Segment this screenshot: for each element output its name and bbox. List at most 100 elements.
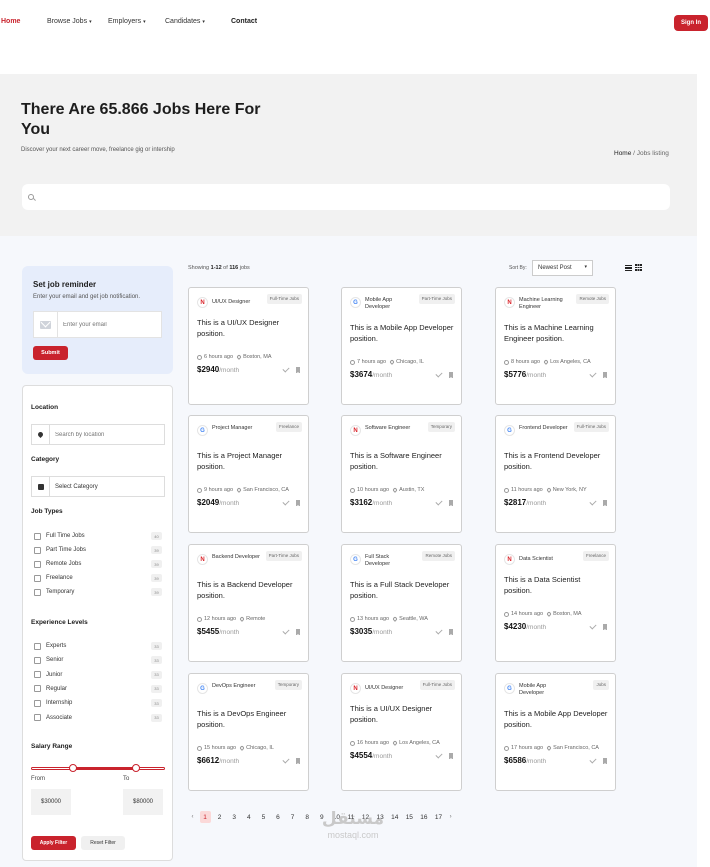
- pagination-page[interactable]: 15: [402, 811, 416, 823]
- pagination-page[interactable]: 2: [213, 811, 227, 823]
- job-card[interactable]: N Data Scientist Freelance This is a Data S…: [495, 544, 616, 662]
- reminder-email-input[interactable]: [58, 321, 161, 328]
- pagination-page[interactable]: 4: [242, 811, 256, 823]
- experience-level-option[interactable]: Regular 33: [34, 684, 162, 694]
- experience-level-checkbox[interactable]: [34, 671, 41, 679]
- job-card[interactable]: N Machine Learning Engineer Remote Jobs Thi…: [495, 287, 616, 405]
- bookmark-icon[interactable]: [603, 500, 607, 506]
- job-search-bar[interactable]: [22, 184, 670, 210]
- breadcrumb-home[interactable]: Home: [614, 150, 631, 157]
- experience-level-option[interactable]: Junior 33: [34, 670, 162, 680]
- job-card[interactable]: G DevOps Engineer Temporary This is a DevOp…: [188, 673, 309, 791]
- nav-candidates[interactable]: Candidates ▾: [165, 18, 205, 25]
- job-type-badge: Remote Jobs: [422, 551, 455, 561]
- experience-level-checkbox[interactable]: [34, 699, 41, 707]
- category-select[interactable]: Select Category: [31, 476, 165, 497]
- bookmark-icon[interactable]: [603, 758, 607, 764]
- job-search-input[interactable]: [39, 184, 670, 210]
- salary-to-input[interactable]: $80000: [123, 789, 163, 815]
- apply-check-icon[interactable]: [435, 751, 443, 759]
- job-type-option[interactable]: Full Time Jobs 40: [34, 531, 162, 541]
- pagination-next-icon[interactable]: ›: [446, 811, 455, 823]
- apply-check-icon[interactable]: [282, 498, 290, 506]
- bookmark-icon[interactable]: [449, 753, 453, 759]
- pagination-page[interactable]: 5: [256, 811, 270, 823]
- job-card[interactable]: N UI/UX Designer Full-Time Jobs This is a U…: [188, 287, 309, 405]
- experience-level-checkbox[interactable]: [34, 685, 41, 693]
- job-type-checkbox[interactable]: [34, 532, 41, 540]
- nav-employers[interactable]: Employers ▾: [108, 18, 146, 25]
- job-card[interactable]: G Full Stack Developer Remote Jobs This is …: [341, 544, 462, 662]
- job-type-option[interactable]: Part Time Jobs 39: [34, 545, 162, 555]
- apply-check-icon[interactable]: [435, 627, 443, 635]
- experience-level-option[interactable]: Associate 33: [34, 713, 162, 723]
- job-type-checkbox[interactable]: [34, 560, 41, 568]
- bookmark-icon[interactable]: [603, 372, 607, 378]
- job-type-option[interactable]: Remote Jobs 39: [34, 559, 162, 569]
- salary-range-slider[interactable]: [31, 763, 165, 773]
- job-card[interactable]: G Mobile App Developer Part-Time Jobs This …: [341, 287, 462, 405]
- pagination-page[interactable]: 16: [417, 811, 431, 823]
- job-card[interactable]: G Project Manager Freelance This is a Proje…: [188, 415, 309, 533]
- experience-level-checkbox[interactable]: [34, 642, 41, 650]
- bookmark-icon[interactable]: [449, 629, 453, 635]
- reminder-email-field[interactable]: [33, 311, 162, 338]
- bookmark-icon[interactable]: [296, 629, 300, 635]
- sign-in-button[interactable]: Sign In: [674, 15, 708, 31]
- nav-home[interactable]: Home: [1, 18, 20, 25]
- apply-check-icon[interactable]: [589, 370, 597, 378]
- nav-contact[interactable]: Contact: [231, 18, 257, 25]
- job-card[interactable]: N UI/UX Designer Full-Time Jobs This is a U…: [341, 673, 462, 791]
- job-salary-amount: $3162: [350, 498, 373, 507]
- job-type-checkbox[interactable]: [34, 574, 41, 582]
- apply-filter-button[interactable]: Apply Filter: [31, 836, 76, 850]
- apply-check-icon[interactable]: [282, 365, 290, 373]
- experience-level-checkbox[interactable]: [34, 714, 41, 721]
- experience-level-checkbox[interactable]: [34, 656, 41, 664]
- sort-select[interactable]: Newest Post ▾: [532, 260, 593, 276]
- bookmark-icon[interactable]: [603, 624, 607, 630]
- bookmark-icon[interactable]: [449, 372, 453, 378]
- apply-check-icon[interactable]: [589, 622, 597, 630]
- reset-filter-button[interactable]: Reset Filter: [81, 836, 125, 850]
- location-field[interactable]: [31, 424, 165, 445]
- location-input[interactable]: [50, 431, 164, 438]
- job-type-option[interactable]: Temporary 39: [34, 587, 162, 597]
- job-card[interactable]: G Frontend Developer Full-Time Jobs This is…: [495, 415, 616, 533]
- reminder-submit-button[interactable]: Submit: [33, 346, 68, 360]
- apply-check-icon[interactable]: [435, 370, 443, 378]
- experience-level-option[interactable]: Internship 33: [34, 698, 162, 708]
- job-card[interactable]: N Software Engineer Temporary This is a Sof…: [341, 415, 462, 533]
- job-type-checkbox[interactable]: [34, 588, 41, 596]
- bookmark-icon[interactable]: [296, 367, 300, 373]
- pagination-page[interactable]: 7: [286, 811, 300, 823]
- job-card[interactable]: N Backend Developer Part-Time Jobs This is …: [188, 544, 309, 662]
- apply-check-icon[interactable]: [435, 498, 443, 506]
- job-card[interactable]: G Mobile App Developer Jobs This is a Mobil…: [495, 673, 616, 791]
- experience-level-option-label: Senior: [46, 657, 64, 664]
- job-type-option[interactable]: Freelance 39: [34, 573, 162, 583]
- apply-check-icon[interactable]: [282, 756, 290, 764]
- bookmark-icon[interactable]: [296, 500, 300, 506]
- slider-max-handle[interactable]: [131, 764, 140, 772]
- apply-check-icon[interactable]: [282, 627, 290, 635]
- pagination-page[interactable]: 17: [432, 811, 446, 823]
- salary-from-input[interactable]: $30000: [31, 789, 71, 815]
- bookmark-icon[interactable]: [296, 758, 300, 764]
- slider-min-handle[interactable]: [68, 764, 77, 772]
- pagination-page[interactable]: 3: [227, 811, 241, 823]
- pagination-prev-icon[interactable]: ‹: [188, 811, 197, 823]
- apply-check-icon[interactable]: [589, 756, 597, 764]
- bookmark-icon[interactable]: [449, 500, 453, 506]
- grid-view-icon[interactable]: [635, 264, 642, 271]
- apply-check-icon[interactable]: [589, 498, 597, 506]
- experience-level-option[interactable]: Senior 33: [34, 655, 162, 665]
- nav-browse-jobs[interactable]: Browse Jobs ▾: [47, 18, 92, 25]
- list-view-icon[interactable]: [625, 265, 632, 271]
- pagination-page[interactable]: 6: [271, 811, 285, 823]
- job-salary: $5776/month: [504, 370, 546, 379]
- job-description: This is a UI/UX Designer position.: [197, 318, 280, 338]
- job-type-checkbox[interactable]: [34, 546, 41, 554]
- experience-level-option[interactable]: Experts 33: [34, 641, 162, 651]
- pagination-page-current[interactable]: 1: [199, 811, 211, 823]
